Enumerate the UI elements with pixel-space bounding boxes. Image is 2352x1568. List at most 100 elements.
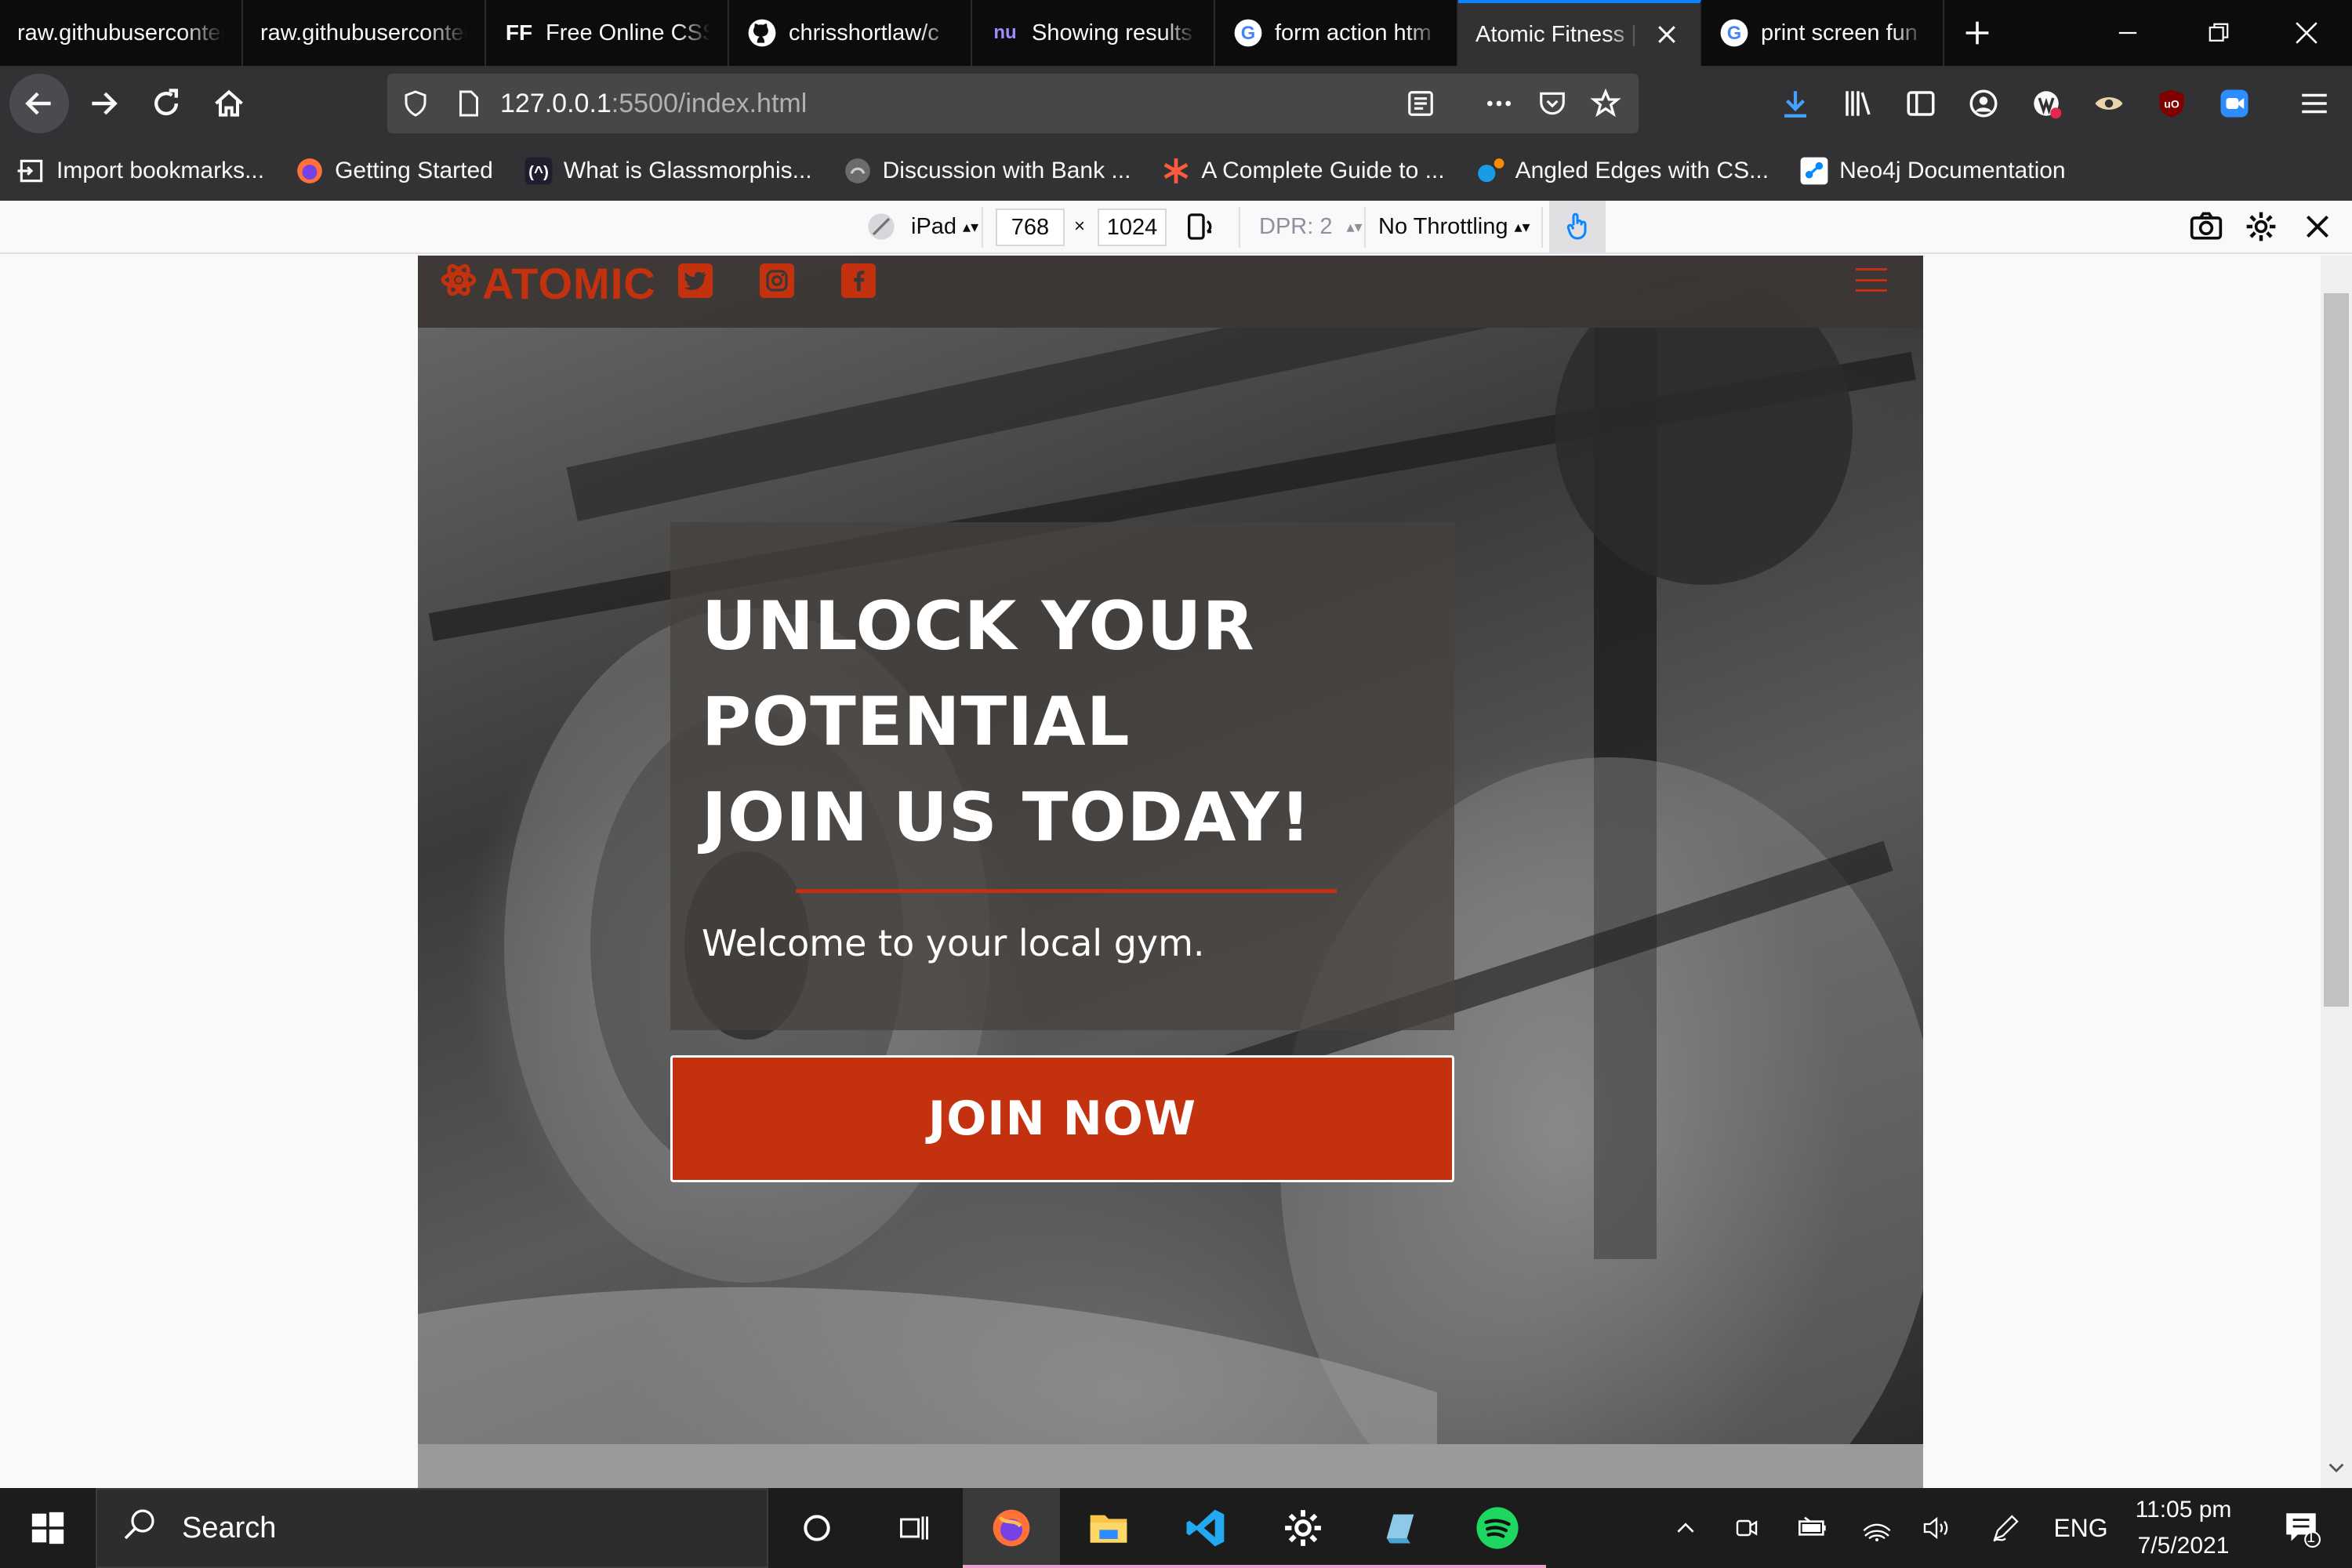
pen-workspace-icon[interactable] [1984, 1488, 2027, 1568]
spotify-icon[interactable] [1449, 1488, 1546, 1568]
restore-icon[interactable] [2173, 0, 2264, 66]
url-text[interactable]: 127.0.0.1:5500/index.html [500, 74, 807, 133]
tab-form-action[interactable]: G form action htm [1215, 0, 1458, 66]
screenshot-camera-icon[interactable] [2189, 201, 2223, 252]
windows-start-icon[interactable] [0, 1488, 96, 1568]
viewport-width-input[interactable]: 768 [996, 209, 1065, 246]
new-tab-plus-icon[interactable] [1944, 0, 2010, 66]
ublock-origin-icon[interactable]: uO [2150, 82, 2194, 125]
bookmark-label: Getting Started [335, 158, 493, 183]
close-tab-icon[interactable] [1651, 19, 1682, 50]
meet-now-icon[interactable] [1725, 1488, 1769, 1568]
tab-print-screen[interactable]: G print screen fun [1701, 0, 1944, 66]
join-now-button[interactable]: JOIN NOW [670, 1055, 1454, 1182]
reader-view-icon[interactable] [1399, 82, 1443, 125]
bookmark-import[interactable]: Import bookmarks... [16, 155, 264, 187]
sidebar-icon[interactable] [1899, 82, 1943, 125]
search-placeholder: Search [182, 1511, 277, 1544]
file-explorer-icon[interactable] [1060, 1488, 1157, 1568]
zoom-extension-icon[interactable] [2212, 82, 2256, 125]
cortana-icon[interactable] [768, 1488, 866, 1568]
ff-icon: FF [505, 20, 533, 45]
tab-title: Atomic Fitness | [1475, 21, 1637, 47]
close-rdm-icon[interactable] [2303, 201, 2332, 252]
touch-simulation-icon[interactable] [1549, 201, 1606, 252]
bookmark-star-icon[interactable] [1584, 82, 1628, 125]
library-icon[interactable] [1836, 82, 1880, 125]
tab-strip: raw.githubusercontent.com raw.githubuser… [0, 0, 2352, 66]
tab-atomic-fitness[interactable]: Atomic Fitness | [1458, 0, 1701, 66]
page-scrollbar[interactable] [2321, 256, 2352, 1488]
viewport-height-input[interactable]: 1024 [1098, 209, 1167, 246]
times-sign: × [1074, 216, 1086, 237]
input-language-indicator[interactable]: ENG [2049, 1488, 2112, 1568]
task-view-icon[interactable] [866, 1488, 963, 1568]
divider [982, 207, 983, 248]
firefox-taskbar-icon[interactable] [963, 1488, 1060, 1568]
reload-icon[interactable] [136, 74, 196, 133]
wifi-icon[interactable] [1855, 1488, 1899, 1568]
address-bar[interactable]: 127.0.0.1:5500/index.html [387, 74, 1639, 133]
edit-app-icon[interactable] [1352, 1488, 1449, 1568]
hero-tagline: Welcome to your local gym. [702, 922, 1205, 964]
home-icon[interactable] [199, 74, 259, 133]
settings-gear-icon[interactable] [1254, 1488, 1352, 1568]
tracking-shield-icon[interactable] [394, 82, 437, 125]
hamburger-menu-icon[interactable] [1856, 268, 1887, 292]
throttling-selector[interactable]: No Throttling ▴▾ [1378, 201, 1530, 252]
divider [1541, 207, 1543, 248]
twitter-icon[interactable] [678, 263, 713, 298]
device-selector[interactable]: iPad ▴▾ [911, 201, 978, 252]
bookmark-complete-guide[interactable]: A Complete Guide to ... [1160, 155, 1445, 187]
instagram-icon[interactable] [760, 263, 794, 298]
system-clock[interactable]: 11:05 pm 7/5/2021 [2117, 1488, 2250, 1568]
rotate-device-icon[interactable] [1184, 201, 1215, 252]
minimize-icon[interactable] [2082, 0, 2173, 66]
updown-caret-icon: ▴▾ [1514, 218, 1530, 236]
downloads-icon[interactable] [1773, 82, 1817, 125]
bookmark-discussion-bank[interactable]: Discussion with Bank ... [842, 155, 1131, 187]
forward-arrow-icon[interactable] [74, 74, 133, 133]
taskbar-search-box[interactable]: Search [96, 1488, 768, 1568]
tab-title: chrisshortlaw/c [789, 20, 939, 45]
back-arrow-icon[interactable] [9, 74, 69, 133]
show-hidden-icons-chevron-icon[interactable] [1664, 1488, 1708, 1568]
page-actions-icon[interactable] [1477, 82, 1521, 125]
bookmark-glassmorphism[interactable]: (^) What is Glassmorphis... [523, 155, 812, 187]
bookmark-getting-started[interactable]: Getting Started [294, 155, 493, 187]
scrollbar-thumb[interactable] [2324, 293, 2349, 1007]
neo4j-icon [1798, 155, 1830, 187]
scroll-down-arrow-icon[interactable] [2325, 1457, 2347, 1479]
throttling-label: No Throttling [1378, 213, 1508, 239]
bookmark-angled-edges[interactable]: Angled Edges with CS... [1475, 155, 1769, 187]
tab-github[interactable]: chrisshortlaw/c [729, 0, 972, 66]
hero-headline: UNLOCK YOUR POTENTIAL JOIN US TODAY! [702, 579, 1423, 866]
extension-eye-icon[interactable] [2087, 82, 2131, 125]
dpr-selector[interactable]: DPR: 2 ▴▾ [1259, 201, 1363, 252]
pocket-icon[interactable] [1530, 82, 1574, 125]
notification-count: 1 [2307, 1529, 2316, 1546]
notifications-icon[interactable]: 1 [2266, 1488, 2336, 1568]
site-logo[interactable]: ATOMIC [440, 256, 656, 310]
tab-free-online-css[interactable]: FF Free Online CSS [486, 0, 729, 66]
tab-raw-github-2[interactable]: raw.githubusercontent.com [243, 0, 486, 66]
google-icon: G [1232, 17, 1264, 49]
burger-line [1856, 268, 1887, 270]
extension-wappalyzer-icon[interactable] [2024, 82, 2068, 125]
bookmark-neo4j[interactable]: Neo4j Documentation [1798, 155, 2066, 187]
account-icon[interactable] [1962, 82, 2005, 125]
settings-gear-icon[interactable] [2244, 201, 2278, 252]
device-icon [866, 201, 897, 252]
window-close-icon[interactable] [2261, 0, 2352, 66]
facebook-icon[interactable] [841, 263, 876, 298]
battery-icon[interactable] [1791, 1488, 1835, 1568]
page-info-icon[interactable] [447, 82, 491, 125]
tab-raw-github-1[interactable]: raw.githubusercontent.com [0, 0, 243, 66]
bookmark-label: What is Glassmorphis... [563, 158, 812, 183]
vscode-icon[interactable] [1157, 1488, 1254, 1568]
tab-showing-results[interactable]: nu Showing results [972, 0, 1215, 66]
hamburger-menu-icon[interactable] [2292, 82, 2336, 125]
responsive-design-toolbar: iPad ▴▾ 768 × 1024 DPR: 2 ▴▾ No Throttli… [0, 201, 2352, 254]
bookmark-label: Angled Edges with CS... [1515, 158, 1769, 183]
volume-icon[interactable] [1915, 1488, 1958, 1568]
